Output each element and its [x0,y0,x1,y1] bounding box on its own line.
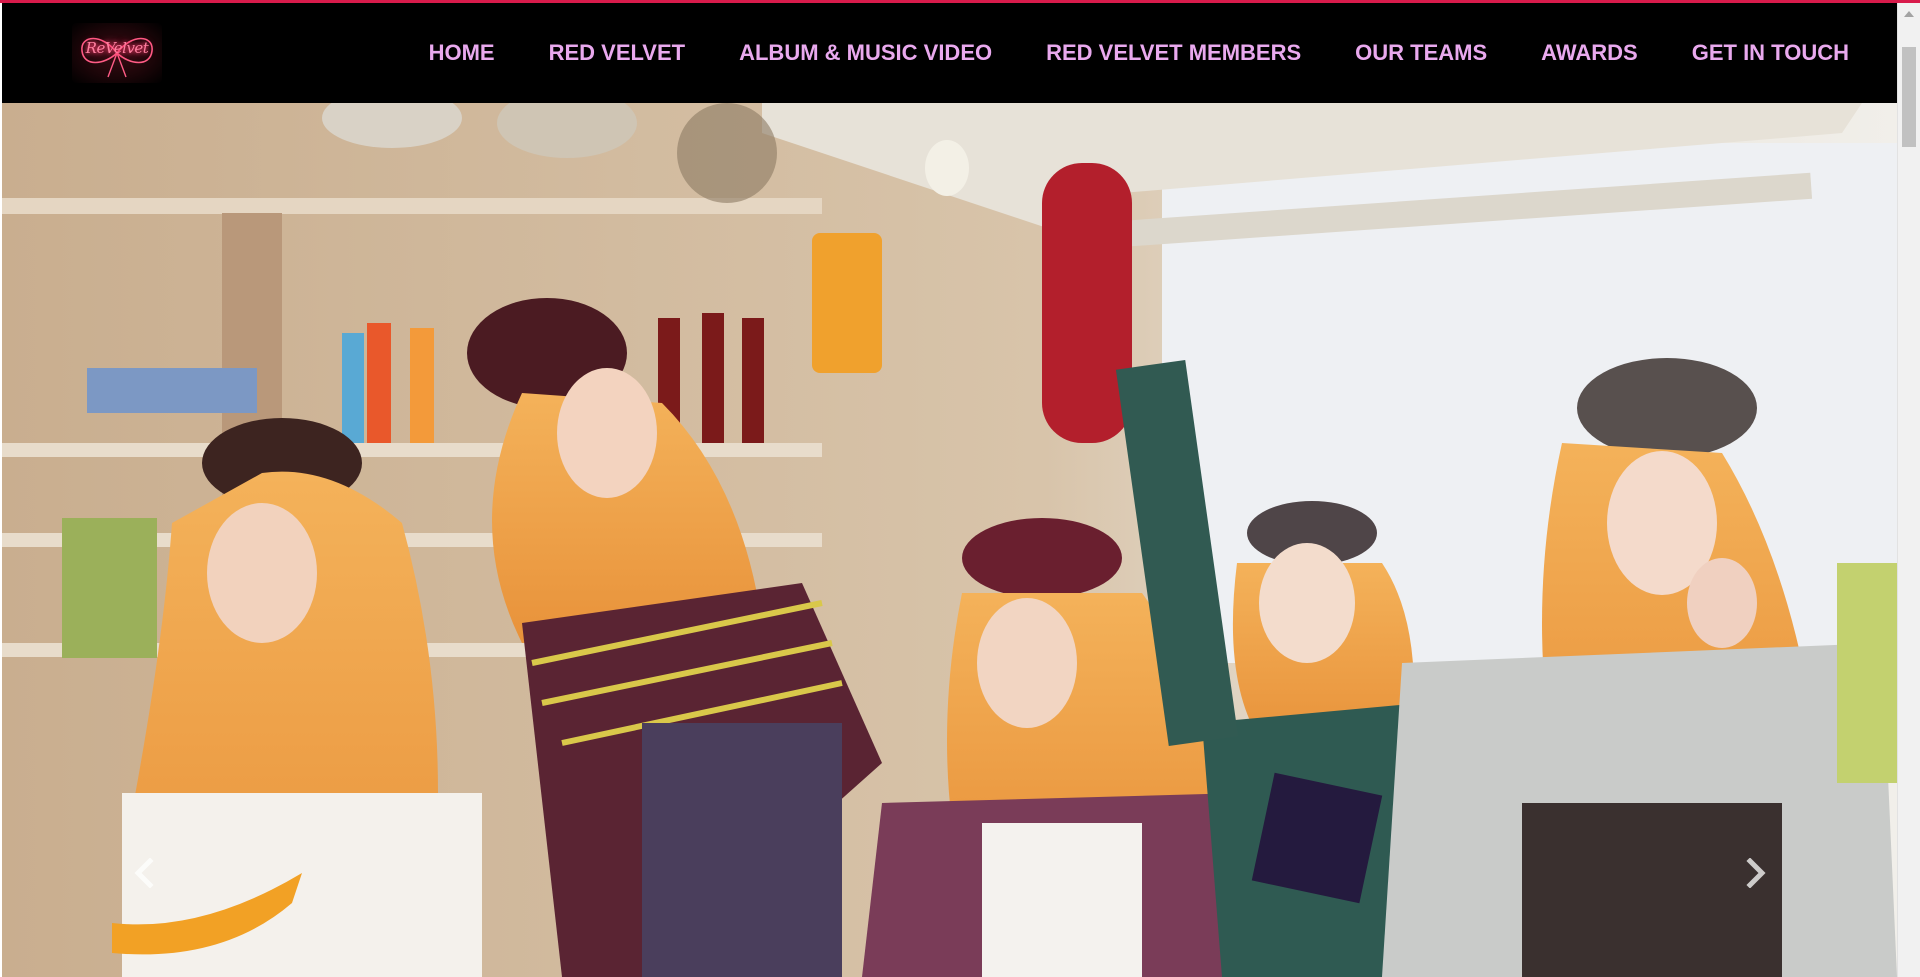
nav-get-in-touch[interactable]: GET IN TOUCH [1692,40,1849,66]
logo-text: ReVelvet [85,39,149,57]
nav-album-music-video[interactable]: ALBUM & MUSIC VIDEO [739,40,992,66]
hero-slide-image [2,103,1897,977]
caret-up-icon [1904,11,1914,17]
main-navbar: ReVelvet HOME RED VELVET ALBUM & MUSIC V… [2,3,1897,103]
nav-red-velvet-members[interactable]: RED VELVET MEMBERS [1046,40,1301,66]
nav-awards[interactable]: AWARDS [1541,40,1638,66]
carousel-prev-button[interactable] [124,853,164,893]
hero-carousel [2,103,1897,977]
scroll-thumb[interactable] [1902,47,1916,147]
nav-home[interactable]: HOME [429,40,495,66]
page: ReVelvet HOME RED VELVET ALBUM & MUSIC V… [0,0,1920,977]
nav-red-velvet[interactable]: RED VELVET [549,40,686,66]
nav-menu: HOME RED VELVET ALBUM & MUSIC VIDEO RED … [429,3,1849,103]
scroll-up-arrow[interactable] [1898,3,1920,25]
page-scrollbar[interactable] [1897,3,1920,977]
chevron-right-icon [1746,858,1766,888]
chevron-left-icon [134,858,154,888]
site-logo[interactable]: ReVelvet [72,23,162,83]
carousel-next-button[interactable] [1736,853,1776,893]
nav-our-teams[interactable]: OUR TEAMS [1355,40,1487,66]
